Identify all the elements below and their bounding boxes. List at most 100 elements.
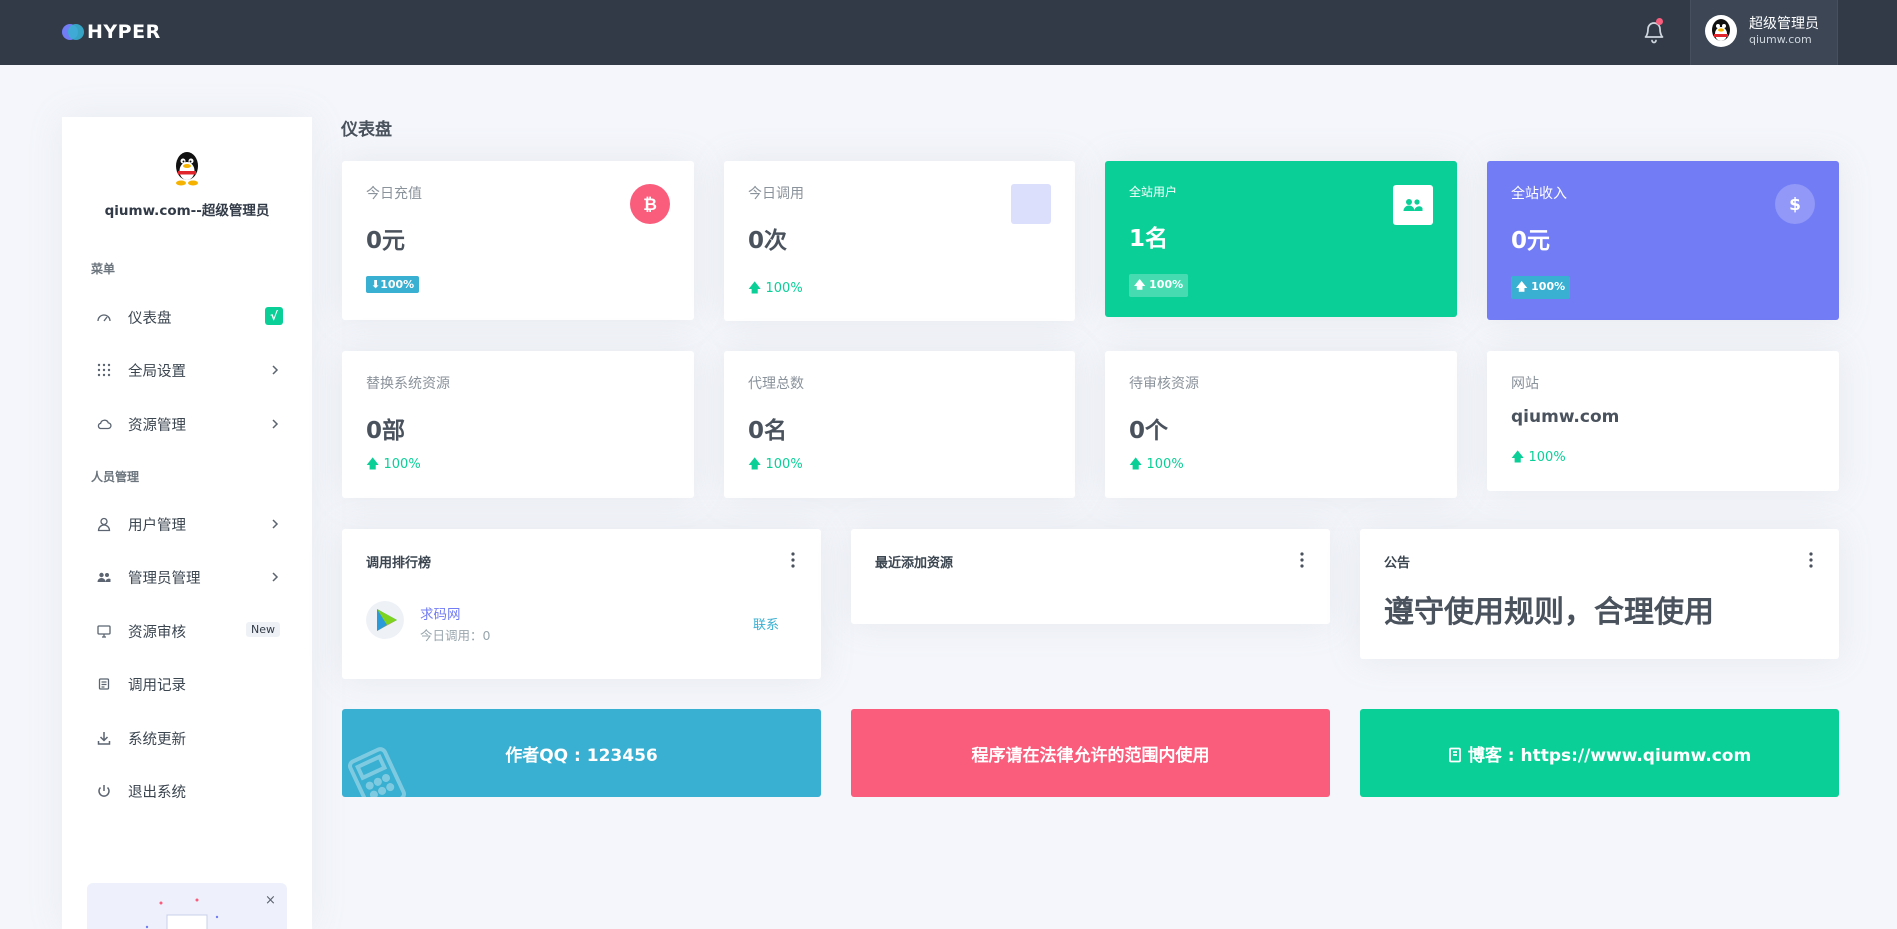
stat-label: 待审核资源 [1129, 376, 1199, 392]
svg-text:$: $ [1789, 195, 1801, 215]
more-vertical-icon[interactable] [1295, 551, 1309, 569]
blog-link[interactable]: 博客 : https://www.qiumw.com [1468, 746, 1751, 766]
monitor-icon [97, 625, 111, 638]
topbar: HYPER 超级管理员 qiumw.com [0, 0, 1897, 65]
stat-card-today-calls: 今日调用 0次 🡅 100% [724, 161, 1075, 321]
cloud-icon [97, 419, 112, 430]
promo-illustration-icon [145, 898, 219, 929]
sidebar-item-resource-review[interactable]: 资源审核 New [62, 611, 312, 651]
ranking-name-link[interactable]: 求码网 [420, 603, 461, 623]
sidebar-item-global-settings[interactable]: 全局设置 [62, 350, 312, 390]
chevron-right-icon [272, 519, 279, 529]
sidebar-item-label: 调用记录 [128, 678, 186, 694]
stat-card-today-recharge: 今日充值 0元 ⬇100% ₿ [342, 161, 694, 320]
stat-value: 0个 [1129, 418, 1169, 444]
chevron-right-icon [272, 572, 279, 582]
sidebar: qiumw.com--超级管理员 菜单 仪表盘 √ 全局设置 资源管理 人员管理… [62, 117, 312, 929]
book-icon [1448, 747, 1461, 763]
receipt-icon [98, 678, 110, 690]
stat-label: 今日调用 [748, 186, 804, 202]
user-menu[interactable]: 超级管理员 qiumw.com [1690, 0, 1838, 65]
page-title: 仪表盘 [341, 120, 392, 140]
stat-change: 🡅 100% [1129, 457, 1184, 472]
user-icon [97, 517, 111, 532]
sidebar-item-label: 仪表盘 [128, 311, 172, 327]
stat-card-replace-resources: 替换系统资源 0部 🡅 100% [342, 351, 694, 498]
promo-card: × [87, 883, 287, 929]
ranking-calls: 今日调用：0 [420, 628, 491, 643]
sidebar-item-call-records[interactable]: 调用记录 [62, 664, 312, 704]
panel-title: 公告 [1384, 556, 1411, 571]
notification-dot [1656, 18, 1663, 25]
stat-label: 网站 [1511, 376, 1539, 392]
sidebar-item-label: 管理员管理 [128, 571, 201, 587]
stat-change: 🡅 100% [748, 457, 803, 472]
gauge-icon [97, 314, 111, 322]
stat-change-value: 100% [1531, 280, 1566, 293]
stat-value: 0部 [366, 418, 406, 444]
stat-change-value: 100% [383, 457, 421, 472]
sidebar-item-admin-management[interactable]: 管理员管理 [62, 557, 312, 597]
blog-banner[interactable]: 博客 : https://www.qiumw.com [1360, 709, 1839, 797]
more-vertical-icon[interactable] [1804, 551, 1818, 569]
people-section-title: 人员管理 [91, 470, 140, 484]
stat-label: 代理总数 [748, 376, 804, 392]
chevron-right-icon [272, 365, 279, 375]
svg-text:₿: ₿ [643, 195, 657, 215]
menu-section-title: 菜单 [91, 262, 116, 276]
brand-logo[interactable]: HYPER [62, 21, 161, 43]
check-badge: √ [265, 307, 283, 325]
sidebar-item-label: 资源管理 [128, 418, 186, 434]
sidebar-item-user-management[interactable]: 用户管理 [62, 504, 312, 544]
stat-change-value: 100% [1149, 278, 1184, 291]
notice-text: 遵守使用规则，合理使用 [1384, 595, 1714, 630]
stat-card-site-income: 全站收入 0元 🡅 100% $ [1487, 161, 1839, 320]
sidebar-item-label: 全局设置 [128, 364, 186, 380]
grid-icon [97, 363, 111, 377]
qq-penguin-icon [176, 152, 198, 186]
stat-label: 今日充值 [366, 186, 422, 202]
sidebar-item-label: 用户管理 [128, 518, 186, 534]
stat-change-badge: ⬇100% [366, 276, 420, 293]
stat-change-badge: 🡅 100% [1129, 274, 1189, 297]
stat-card-site-users: 全站用户 1名 🡅 100% [1105, 161, 1457, 317]
download-icon [97, 732, 111, 745]
sidebar-item-dashboard[interactable]: 仪表盘 √ [62, 297, 312, 337]
author-qq-banner: 作者QQ : 123456 [342, 709, 821, 797]
stat-value: 1名 [1129, 226, 1169, 252]
sidebar-item-resource-management[interactable]: 资源管理 [62, 404, 312, 444]
stat-change: 🡅 100% [366, 457, 421, 472]
legal-banner: 程序请在法律允许的范围内使用 [851, 709, 1330, 797]
notice-panel: 公告 遵守使用规则，合理使用 [1360, 529, 1839, 659]
contact-link[interactable]: 联系 [753, 614, 779, 633]
sidebar-item-logout[interactable]: 退出系统 [62, 771, 312, 811]
stat-change-value: 100% [1146, 457, 1184, 472]
stat-label: 全站收入 [1511, 186, 1567, 202]
stat-card-pending-resources: 待审核资源 0个 🡅 100% [1105, 351, 1457, 498]
stat-value: qiumw.com [1511, 407, 1620, 427]
stat-value: 0元 [366, 228, 406, 254]
stat-change-value: 100% [1528, 450, 1566, 465]
banner-text: 博客 : https://www.qiumw.com [1360, 741, 1839, 766]
users-icon [1393, 185, 1433, 225]
users-icon [97, 572, 111, 582]
dollar-icon: $ [1775, 184, 1815, 224]
stat-value: 0元 [1511, 228, 1551, 254]
stat-value: 0名 [748, 418, 788, 444]
more-vertical-icon[interactable] [786, 551, 800, 569]
close-icon[interactable]: × [265, 893, 276, 908]
recent-resources-panel: 最近添加资源 [851, 529, 1330, 624]
stat-card-website: 网站 qiumw.com 🡅 100% [1487, 351, 1839, 491]
panel-title: 最近添加资源 [875, 556, 954, 571]
play-logo-icon [366, 601, 404, 639]
bell-icon[interactable] [1642, 20, 1666, 44]
stat-change-value: 100% [765, 281, 803, 296]
user-name: 超级管理员 [1749, 16, 1819, 32]
stat-card-agent-total: 代理总数 0名 🡅 100% [724, 351, 1075, 498]
sidebar-item-system-update[interactable]: 系统更新 [62, 718, 312, 758]
bitcoin-icon: ₿ [630, 184, 670, 224]
power-icon [98, 785, 110, 797]
chevron-right-icon [272, 419, 279, 429]
avatar [1705, 15, 1737, 47]
square-icon [1011, 184, 1051, 224]
